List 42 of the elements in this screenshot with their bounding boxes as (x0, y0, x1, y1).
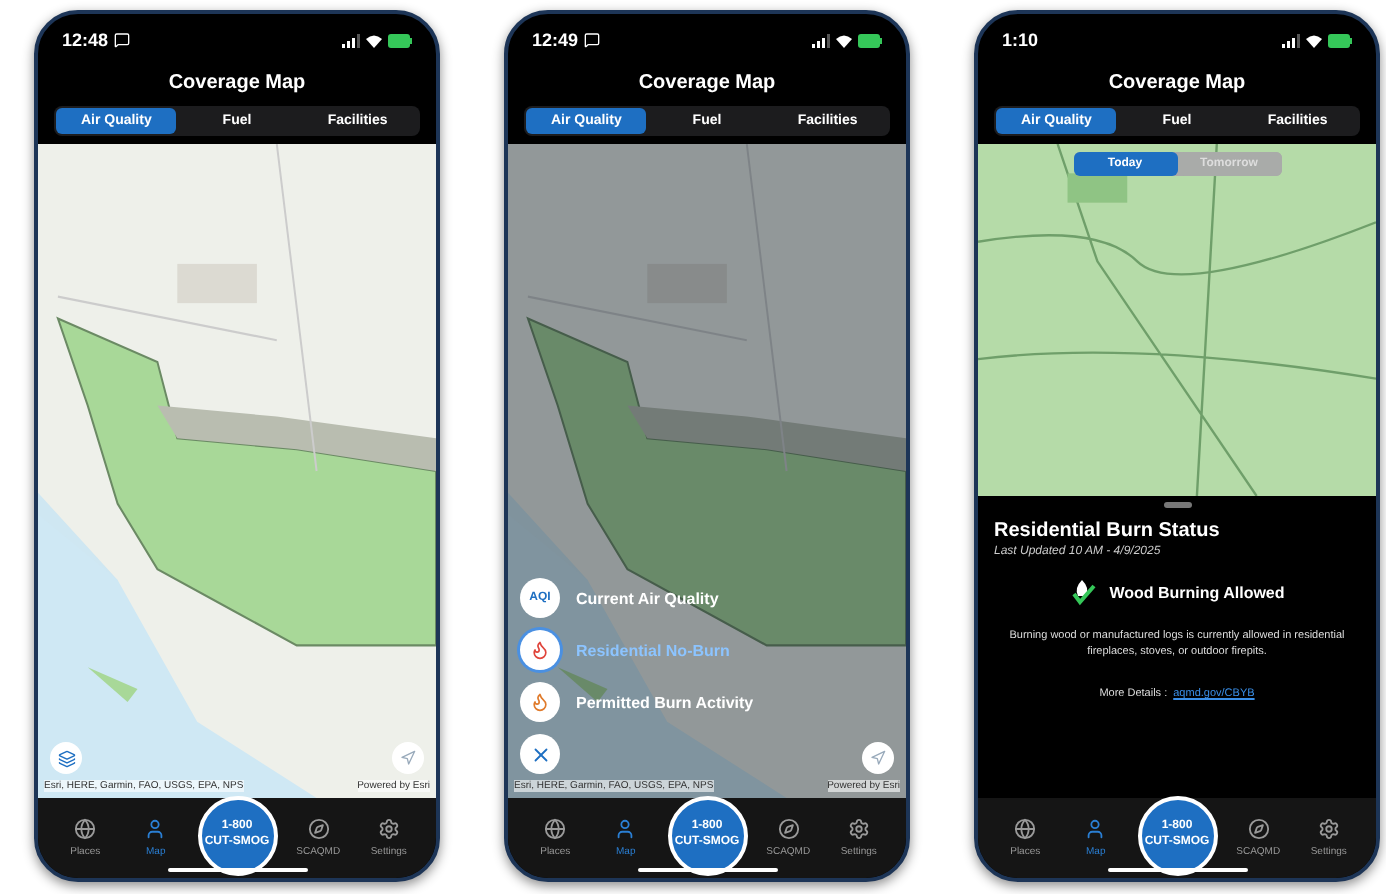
tab-bar-icon (847, 818, 870, 840)
screen-title: Coverage Map (1106, 70, 1248, 98)
wifi-icon (1306, 33, 1322, 47)
wifi-icon (836, 33, 852, 47)
battery-icon (1328, 33, 1352, 47)
tab-bar-icon (74, 818, 97, 840)
tab-bar-icon (144, 818, 167, 840)
tab-bar-icon (614, 818, 637, 840)
screen-title: Coverage Map (636, 70, 778, 98)
fire-check-icon (1069, 578, 1098, 606)
tab-bar-icon (377, 818, 400, 840)
tab-bar-icon (1247, 818, 1270, 840)
tab-bar-icon (544, 818, 567, 840)
tab-bar-icon (1014, 818, 1037, 840)
home-indicator (637, 868, 777, 872)
status-time: 1:10 (1002, 30, 1039, 50)
screen-title: Coverage Map (166, 70, 308, 98)
wifi-icon (366, 33, 382, 47)
location-arrow-icon (400, 750, 416, 766)
signal-icon (812, 33, 830, 47)
flame-icon (530, 692, 550, 712)
home-indicator (167, 868, 307, 872)
home-indicator (1107, 868, 1247, 872)
tab-bar-icon (1084, 818, 1107, 840)
sheet-grabber[interactable] (1163, 502, 1191, 508)
close-icon (529, 743, 551, 765)
tab-bar-icon (777, 818, 800, 840)
layers-icon (57, 749, 75, 767)
sheet-title: Residential Burn Status (994, 520, 1222, 542)
message-icon (584, 32, 601, 48)
message-icon (114, 32, 131, 48)
flame-icon (530, 640, 550, 660)
signal-icon (1282, 33, 1300, 47)
status-time: 12:48 (62, 30, 109, 50)
location-arrow-icon (870, 750, 886, 766)
burn-status: Wood Burning Allowed (1109, 583, 1285, 601)
battery-icon (858, 33, 882, 47)
signal-icon (342, 33, 360, 47)
tab-bar-icon (307, 818, 330, 840)
battery-icon (388, 33, 412, 47)
tab-bar-icon (1317, 818, 1340, 840)
status-time: 12:49 (532, 30, 579, 50)
